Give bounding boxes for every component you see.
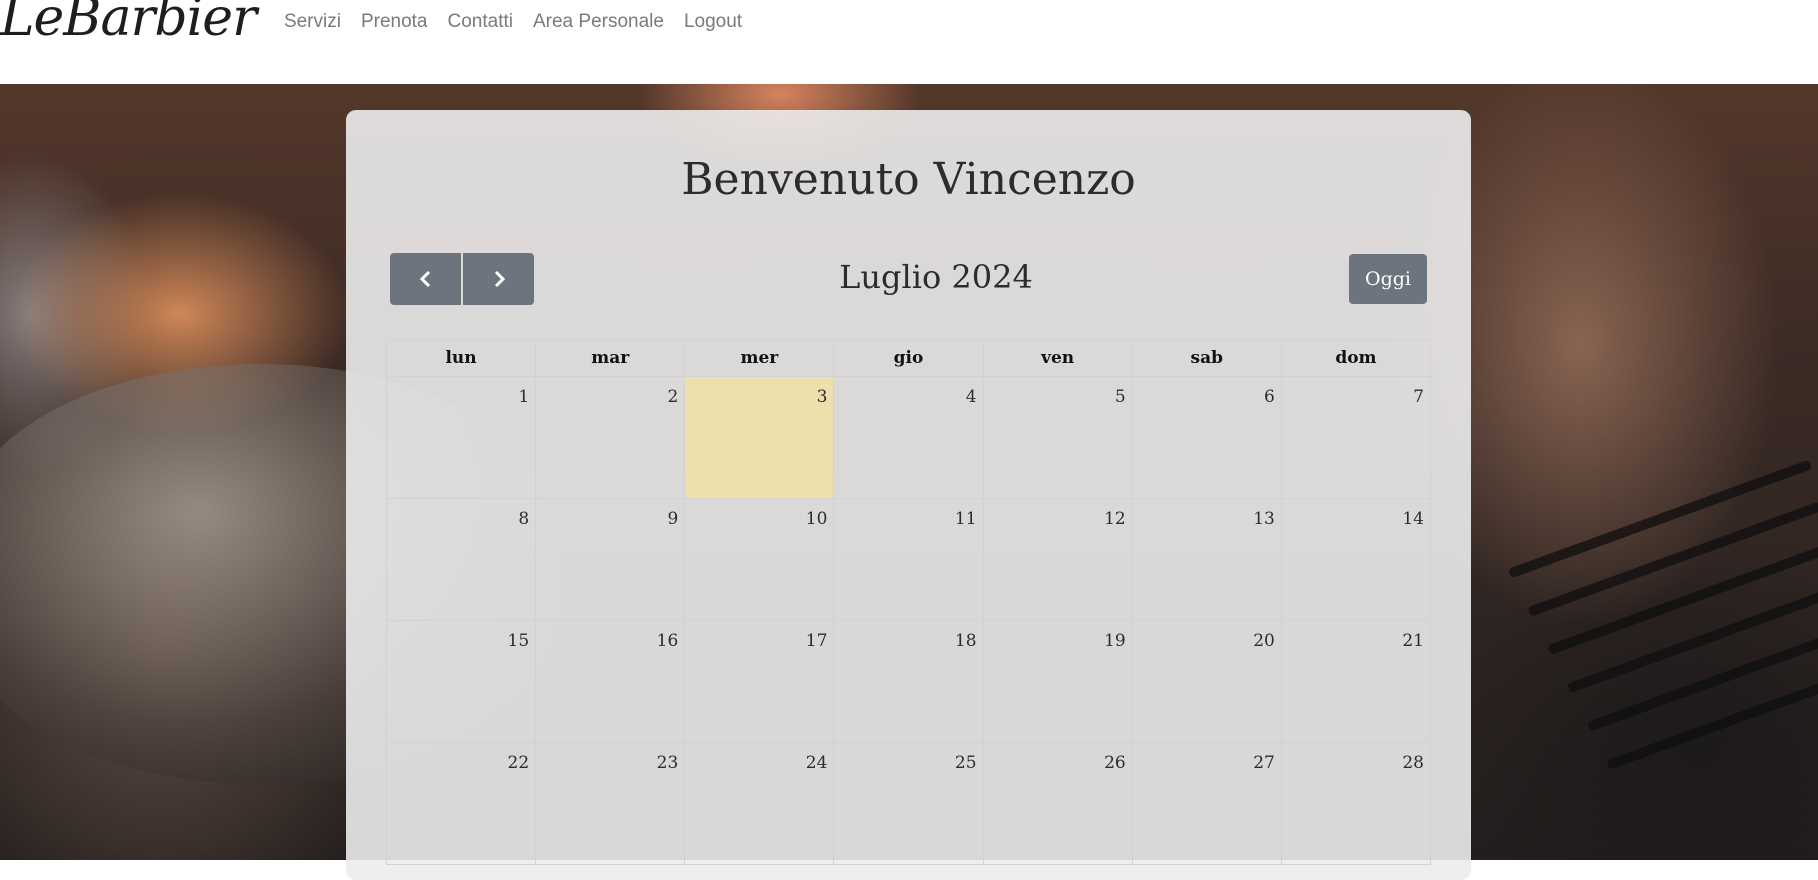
day-cell[interactable]: 16 [535, 620, 686, 743]
day-cell[interactable]: 17 [684, 620, 835, 743]
day-number: 27 [1253, 753, 1275, 773]
day-number: 28 [1402, 753, 1424, 773]
week-row: 15 16 17 18 19 20 21 [385, 620, 1432, 743]
weekday-header: dom [1280, 339, 1432, 377]
today-button[interactable]: Oggi [1349, 254, 1427, 304]
weekday-header: gio [833, 339, 984, 377]
day-number: 25 [954, 753, 977, 773]
next-month-button[interactable] [463, 253, 534, 305]
day-cell[interactable]: 15 [385, 620, 537, 743]
day-number: 13 [1253, 509, 1275, 529]
day-cell[interactable]: 22 [385, 742, 537, 865]
day-number: 6 [1264, 387, 1275, 407]
day-cell[interactable]: 28 [1280, 742, 1432, 865]
nav-link-servizi[interactable]: Servizi [284, 11, 341, 33]
weekday-header: mar [535, 339, 686, 377]
day-number: 4 [965, 387, 977, 407]
day-cell[interactable]: 1 [385, 376, 537, 499]
prev-month-button[interactable] [390, 253, 461, 305]
day-number: 12 [1104, 509, 1126, 529]
day-number: 20 [1253, 631, 1275, 651]
day-cell[interactable]: 8 [385, 498, 537, 621]
day-cell[interactable]: 25 [833, 742, 984, 865]
nav-links: Servizi Prenota Contatti Area Personale … [284, 11, 762, 33]
nav-link-area-personale[interactable]: Area Personale [533, 11, 664, 33]
day-number: 8 [518, 509, 530, 529]
day-cell[interactable]: 2 [535, 376, 686, 499]
chevron-left-icon [419, 270, 430, 288]
nav-link-logout[interactable]: Logout [684, 11, 742, 33]
day-cell[interactable]: 14 [1280, 498, 1432, 621]
day-number: 17 [805, 631, 828, 651]
weekday-header: sab [1131, 339, 1282, 377]
day-cell[interactable]: 12 [982, 498, 1133, 621]
day-number: 5 [1114, 387, 1126, 407]
welcome-heading: Benvenuto Vincenzo [346, 154, 1471, 205]
day-cell[interactable]: 7 [1280, 376, 1432, 499]
day-number: 18 [954, 631, 977, 651]
welcome-text: Benvenuto Vincenzo [681, 154, 1136, 205]
day-cell[interactable]: 10 [684, 498, 835, 621]
day-cell[interactable]: 13 [1131, 498, 1282, 621]
day-number: 15 [507, 631, 530, 651]
brand-logo[interactable]: LeBarbier [0, 0, 257, 44]
week-row: 1 2 3 4 5 6 7 [385, 376, 1432, 499]
day-number: 14 [1402, 509, 1424, 529]
day-cell[interactable]: 27 [1131, 742, 1282, 865]
calendar-nav-group [390, 253, 534, 305]
day-number: 3 [816, 387, 828, 407]
week-row: 8 9 10 11 12 13 14 [385, 498, 1432, 621]
day-number: 24 [805, 753, 828, 773]
calendar-month-title: Luglio 2024 [839, 258, 1033, 296]
day-cell[interactable]: 4 [833, 376, 984, 499]
day-number: 10 [805, 509, 828, 529]
day-number: 23 [656, 753, 679, 773]
month-calendar-grid: lun mar mer gio ven sab dom 1 2 3 4 5 6 … [385, 339, 1432, 865]
weekday-header: lun [385, 339, 537, 377]
day-cell[interactable]: 19 [982, 620, 1133, 743]
day-cell[interactable]: 24 [684, 742, 835, 865]
day-cell[interactable]: 26 [982, 742, 1133, 865]
day-cell-today[interactable]: 3 [684, 376, 835, 499]
week-row: 22 23 24 25 26 27 28 [385, 742, 1432, 865]
day-number: 11 [954, 509, 977, 529]
day-number: 19 [1104, 631, 1126, 651]
day-number: 21 [1402, 631, 1424, 651]
day-number: 26 [1104, 753, 1126, 773]
day-number: 2 [667, 387, 679, 407]
day-number: 22 [507, 753, 530, 773]
day-cell[interactable]: 23 [535, 742, 686, 865]
day-number: 7 [1413, 387, 1424, 407]
chevron-right-icon [494, 270, 505, 288]
weekday-header: mer [684, 339, 835, 377]
day-cell[interactable]: 18 [833, 620, 984, 743]
day-cell[interactable]: 21 [1280, 620, 1432, 743]
weekday-header: ven [982, 339, 1133, 377]
day-cell[interactable]: 9 [535, 498, 686, 621]
day-number: 16 [656, 631, 679, 651]
calendar-panel: Benvenuto Vincenzo Luglio 2024 Oggi lun … [346, 110, 1471, 880]
day-number: 1 [518, 387, 530, 407]
navbar: LeBarbier Servizi Prenota Contatti Area … [0, 0, 1818, 84]
day-cell[interactable]: 20 [1131, 620, 1282, 743]
day-cell[interactable]: 5 [982, 376, 1133, 499]
day-cell[interactable]: 6 [1131, 376, 1282, 499]
nav-link-contatti[interactable]: Contatti [448, 11, 513, 33]
day-number: 9 [667, 509, 679, 529]
nav-link-prenota[interactable]: Prenota [361, 11, 428, 33]
day-cell[interactable]: 11 [833, 498, 984, 621]
weekday-header-row: lun mar mer gio ven sab dom [385, 339, 1432, 377]
